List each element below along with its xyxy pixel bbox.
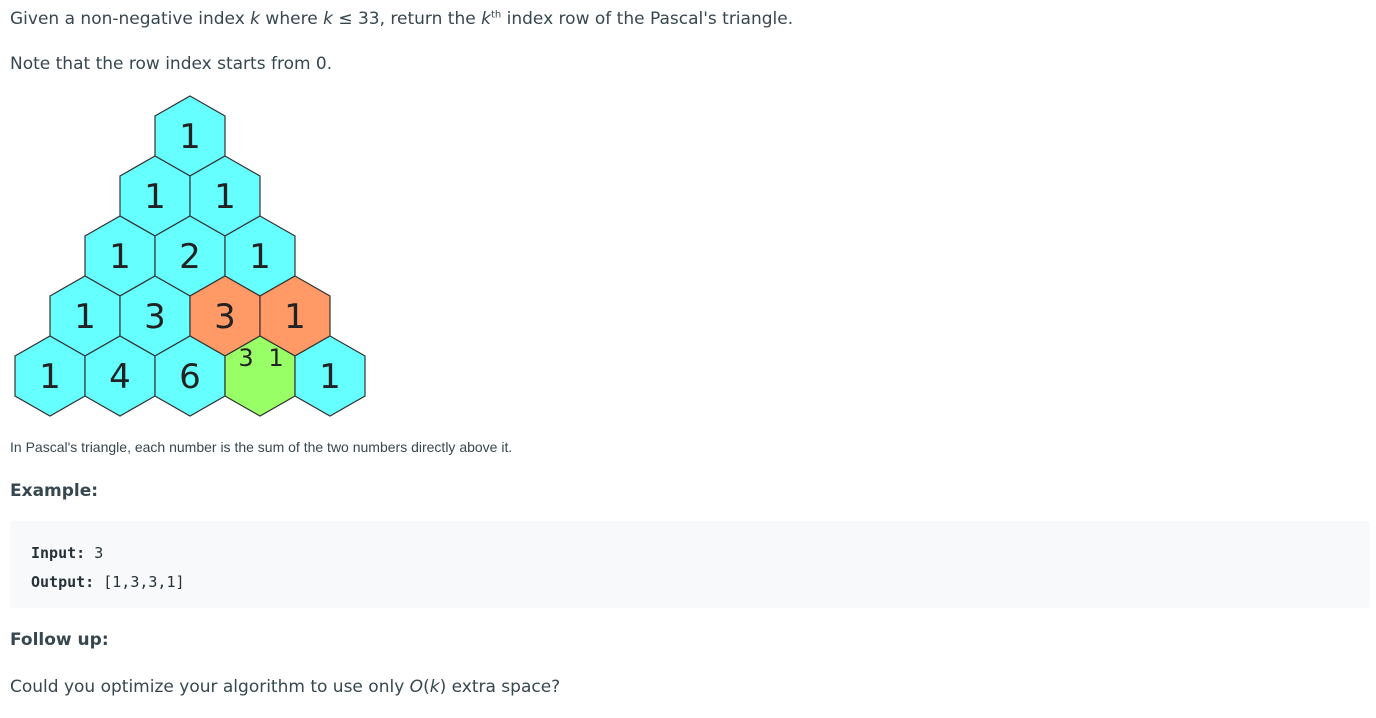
- triangle-addend-label-0: 3: [238, 344, 253, 372]
- triangle-value-r2-c0: 1: [109, 237, 131, 277]
- output-value: [1,3,3,1]: [94, 573, 185, 591]
- triangle-value-r3-c0: 1: [74, 297, 96, 337]
- triangle-value-r2-c2: 1: [249, 237, 271, 277]
- followup-heading: Follow up:: [10, 630, 109, 650]
- triangle-addend-label-1: 1: [268, 344, 283, 372]
- triangle-value-r2-c1: 2: [179, 237, 201, 277]
- problem-note: Note that the row index starts from 0.: [10, 54, 333, 74]
- triangle-value-r4-c4: 1: [319, 357, 341, 397]
- triangle-value-r1-c1: 1: [214, 177, 236, 217]
- input-value: 3: [85, 544, 104, 562]
- problem-statement: Given a non-negative index k where k ≤ 3…: [10, 9, 794, 29]
- example-output-line: Output: [1,3,3,1]: [31, 568, 1370, 597]
- output-label: Output:: [31, 573, 95, 591]
- pascal-triangle-image: 11 11 2 11 3 3 11 4 6 3 1 1: [14, 95, 366, 417]
- followup-question: Could you optimize your algorithm to use…: [10, 677, 561, 697]
- triangle-caption: In Pascal's triangle, each number is the…: [10, 439, 513, 455]
- example-code-block: Input: 3 Output: [1,3,3,1]: [10, 521, 1370, 608]
- triangle-value-r3-c1: 3: [144, 297, 166, 337]
- triangle-value-r1-c0: 1: [144, 177, 166, 217]
- triangle-value-r3-c3: 1: [284, 297, 306, 337]
- triangle-value-r0-c0: 1: [179, 117, 201, 157]
- input-label: Input:: [31, 544, 86, 562]
- example-heading: Example:: [10, 481, 99, 501]
- triangle-value-r4-c1: 4: [109, 357, 131, 397]
- triangle-value-r4-c2: 6: [179, 357, 201, 397]
- triangle-value-r3-c2: 3: [214, 297, 236, 337]
- example-input-line: Input: 3: [31, 539, 1370, 568]
- triangle-value-r4-c0: 1: [39, 357, 61, 397]
